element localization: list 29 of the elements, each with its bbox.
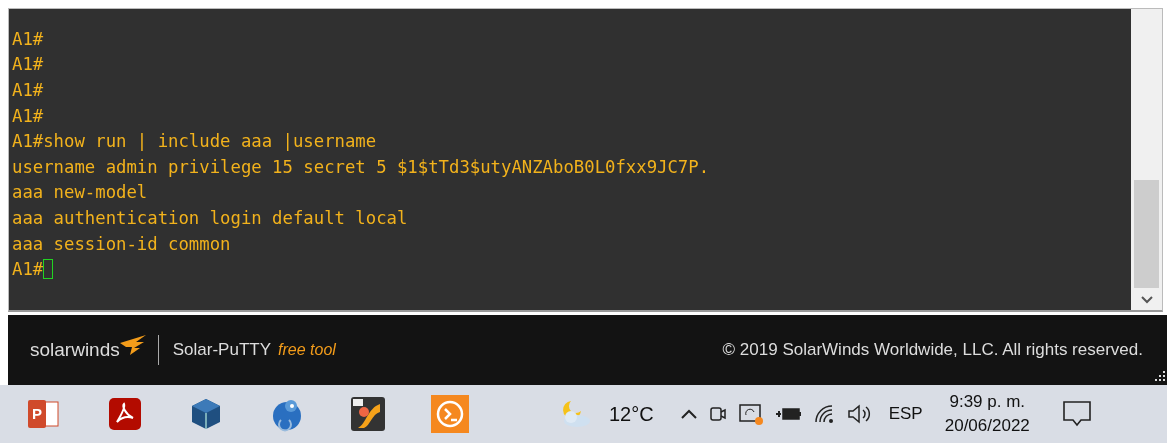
scrollbar-thumb[interactable] bbox=[1134, 180, 1159, 288]
pdf-reader-icon[interactable] bbox=[107, 396, 143, 432]
speaker-icon[interactable] bbox=[846, 403, 873, 425]
wifi-icon[interactable] bbox=[813, 404, 836, 424]
product-tagline: free tool bbox=[278, 341, 336, 359]
terminal-line: aaa authentication login default local bbox=[12, 207, 408, 228]
terminal-line: aaa new-model bbox=[12, 182, 148, 203]
product-name: Solar-PuTTY bbox=[172, 340, 271, 360]
g4-app-icon[interactable] bbox=[350, 396, 386, 432]
battery-plug-icon[interactable] bbox=[774, 405, 803, 423]
clock-time[interactable]: 9:39 p. m. bbox=[949, 392, 1026, 412]
clock-date[interactable]: 20/06/2022 bbox=[944, 416, 1030, 436]
temperature-text[interactable]: 12°C bbox=[609, 402, 654, 426]
terminal-line: A1# bbox=[12, 80, 44, 100]
copyright-text: © 2019 SolarWinds Worldwide, LLC. All rights reserved. bbox=[722, 340, 1143, 360]
terminal-line: A1# bbox=[12, 54, 44, 75]
chevron-up-icon[interactable] bbox=[679, 408, 698, 420]
notification-icon[interactable] bbox=[1061, 400, 1092, 428]
brand-logo-text: solarwinds bbox=[30, 339, 120, 361]
terminal-line: aaa session-id common bbox=[12, 233, 231, 254]
terminal-line: A1# bbox=[12, 105, 44, 126]
terminal-line: A1# bbox=[12, 28, 44, 49]
language-indicator[interactable]: ESP bbox=[888, 404, 923, 424]
scrollbar[interactable] bbox=[1131, 9, 1162, 310]
sync-monitor-icon[interactable] bbox=[737, 402, 764, 426]
terminal-line: username admin privilege 15 secret 5 $1$tTd3$utyANZAboB0L0fxx9JC7P. bbox=[12, 156, 710, 177]
scroll-down-icon[interactable] bbox=[1140, 296, 1153, 304]
terminal-line: A1# bbox=[12, 259, 44, 280]
terminal-line: A1#show run | include aaa |username bbox=[12, 131, 377, 152]
